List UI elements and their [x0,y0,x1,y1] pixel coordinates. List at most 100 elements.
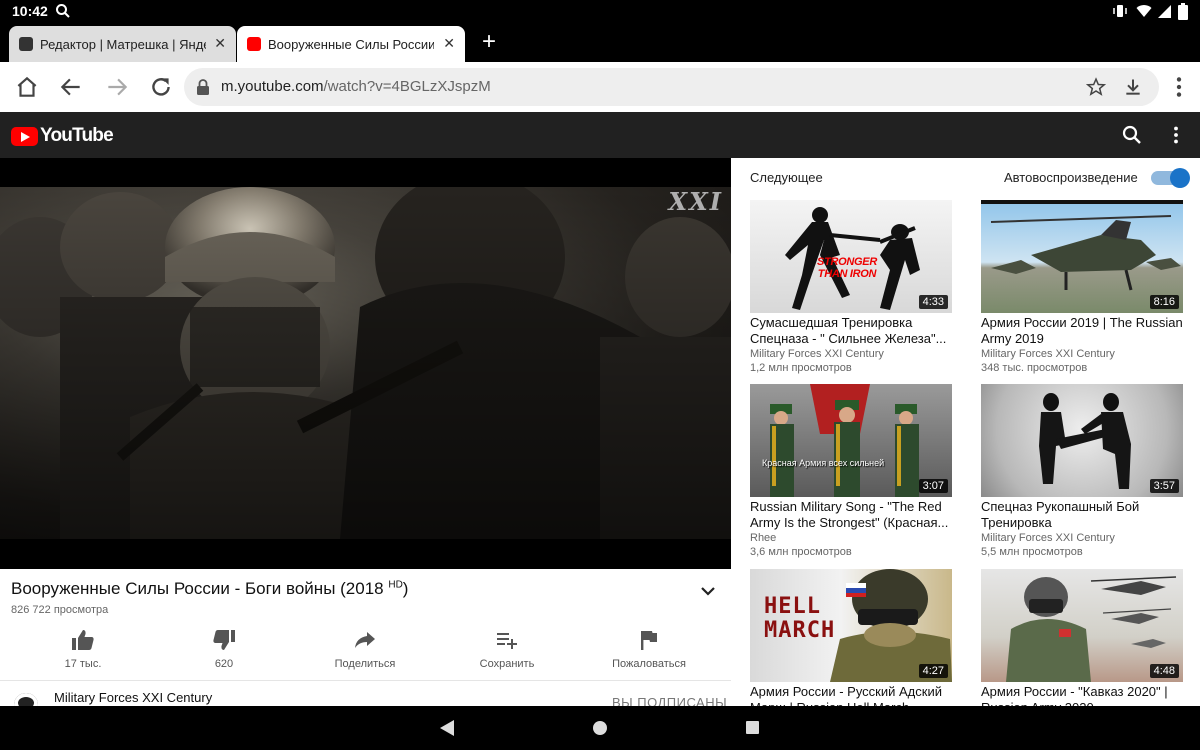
thumbnail-caption: Красная Армия всех сильней [762,458,885,468]
video-card[interactable]: STRONGER THAN IRON 4:33 Сумасшедшая Трен… [750,200,952,380]
lock-icon [197,79,209,95]
video-duration: 4:48 [1149,664,1179,678]
back-arrow-icon[interactable] [58,74,84,100]
up-next-sidebar: Следующее Автовоспроизведение STRONGER T… [731,158,1200,706]
video-thumbnail[interactable]: STRONGER THAN IRON 4:33 [750,200,952,313]
video-thumbnail[interactable]: 4:48 [981,569,1183,682]
reload-icon[interactable] [148,74,174,100]
save-label: Сохранить [479,658,535,670]
thumbs-down-icon [213,630,235,650]
more-options-icon[interactable] [1166,125,1186,145]
video-duration: 3:57 [1149,479,1179,493]
vibrate-icon [1113,5,1127,17]
browser-menu-icon[interactable] [1166,74,1192,100]
like-count: 17 тыс. [64,658,102,670]
url-path: /watch?v=4BGLzXJspzM [323,78,491,95]
download-icon[interactable] [1123,77,1143,97]
hd-label: HD [388,579,403,591]
thumbs-up-icon [72,630,94,650]
video-card-title[interactable]: Спецназ Рукопашный Бой Тренировка [981,499,1183,531]
tab-title: Вооруженные Силы России - Боги войны [268,36,434,52]
youtube-play-logo-icon [11,126,38,146]
report-button[interactable]: Пожаловаться [589,627,709,670]
autoplay-toggle[interactable] [1151,168,1190,188]
video-player[interactable]: XXI [0,158,731,569]
address-bar[interactable]: m.youtube.com/watch?v=4BGLzXJspzM [184,68,1159,106]
video-thumbnail[interactable]: Красная Армия всех сильней 3:07 [750,384,952,497]
nav-home-icon[interactable] [592,720,608,736]
video-card[interactable]: HELL MARCH 4:27 Армия России - Русский А… [750,569,952,706]
search-icon[interactable] [1122,125,1142,145]
nav-recents-icon[interactable] [745,720,760,735]
video-title-text: Вооруженные Силы России - Боги войны (20… [11,579,389,598]
autoplay-label: Автовоспроизведение [1004,170,1138,185]
video-duration: 4:33 [918,295,948,309]
dislike-button[interactable]: 620 [164,627,284,670]
video-card-title[interactable]: Russian Military Song - "The Red Army Is… [750,499,952,531]
nav-back-icon[interactable] [439,719,455,737]
video-duration: 4:27 [918,664,948,678]
browser-toolbar: m.youtube.com/watch?v=4BGLzXJspzM [0,62,1200,112]
up-next-label: Следующее [750,170,823,185]
channel-watermark: XXI [668,187,723,216]
tab-youtube-video[interactable]: Вооруженные Силы России - Боги войны ✕ [237,26,465,62]
channel-name[interactable]: Military Forces XXI Century [54,690,212,705]
video-info-panel: Вооруженные Силы России - Боги войны (20… [0,569,731,717]
status-bar: 10:42 [0,0,1200,24]
divider [0,680,731,681]
video-card-views: 5,5 млн просмотров [981,546,1083,558]
wifi-icon [1136,5,1152,17]
close-icon[interactable]: ✕ [443,35,455,52]
video-card-channel: Military Forces XXI Century [981,532,1115,544]
view-count: 826 722 просмотра [11,604,109,616]
video-frame[interactable]: XXI [0,187,731,539]
android-nav-bar [0,706,1200,750]
youtube-logo[interactable]: YouTube [11,125,114,147]
share-label: Поделиться [334,658,396,670]
video-card-title[interactable]: Армия России - "Кавказ 2020" | Russian A… [981,684,1183,706]
video-card-title[interactable]: Армия России 2019 | The Russian Army 201… [981,315,1183,347]
url-text: m.youtube.com/watch?v=4BGLzXJspzM [221,78,491,95]
video-title-end: ) [402,579,409,598]
video-card-title[interactable]: Армия России - Русский Адский Марш | Rus… [750,684,952,706]
new-tab-icon[interactable]: + [478,28,500,56]
signal-icon [1158,5,1171,18]
youtube-favicon-icon [247,37,261,51]
share-button[interactable]: Поделиться [305,627,425,670]
video-thumbnail[interactable]: 3:57 [981,384,1183,497]
video-card-views: 3,6 млн просмотров [750,546,852,558]
thumbnail-caption: HELL MARCH [764,594,836,643]
video-thumbnail[interactable]: HELL MARCH 4:27 [750,569,952,682]
flag-icon [641,631,657,650]
search-status-icon [56,4,70,18]
video-thumbnail[interactable]: 8:16 [981,200,1183,313]
clock: 10:42 [12,3,48,19]
video-card[interactable]: 3:57 Спецназ Рукопашный Бой Тренировка M… [981,384,1183,564]
editor-favicon-icon [19,37,33,51]
battery-icon [1178,3,1188,20]
like-button[interactable]: 17 тыс. [23,627,143,670]
chevron-down-icon[interactable] [698,581,718,601]
video-card[interactable]: 4:48 Армия России - "Кавказ 2020" | Russ… [981,569,1183,706]
share-icon [355,632,375,648]
video-title[interactable]: Вооруженные Силы России - Боги войны (20… [11,579,408,599]
video-card[interactable]: 8:16 Армия России 2019 | The Russian Arm… [981,200,1183,380]
video-card-channel: Rhee [750,532,777,544]
video-card[interactable]: Красная Армия всех сильней 3:07 Russian … [750,384,952,564]
close-icon[interactable]: ✕ [214,35,226,52]
tab-title: Редактор | Матрешка | Яндекс [40,36,206,52]
soldiers-scene-image [0,187,731,539]
home-icon[interactable] [14,74,40,100]
youtube-header: YouTube [0,112,1200,158]
youtube-logo-text: YouTube [40,125,114,146]
video-duration: 3:07 [918,479,948,493]
tab-strip: Редактор | Матрешка | Яндекс ✕ Вооруженн… [0,24,1200,62]
video-card-channel: Military Forces XXI Century [981,348,1115,360]
url-host: m.youtube.com [221,78,324,95]
add-to-playlist-icon [497,633,517,649]
bookmark-star-icon[interactable] [1086,77,1106,97]
video-card-title[interactable]: Сумасшедшая Тренировка Спецназа - " Силь… [750,315,952,347]
tab-yandex-editor[interactable]: Редактор | Матрешка | Яндекс ✕ [9,26,236,62]
forward-arrow-icon[interactable] [104,74,130,100]
save-button[interactable]: Сохранить [447,627,567,670]
